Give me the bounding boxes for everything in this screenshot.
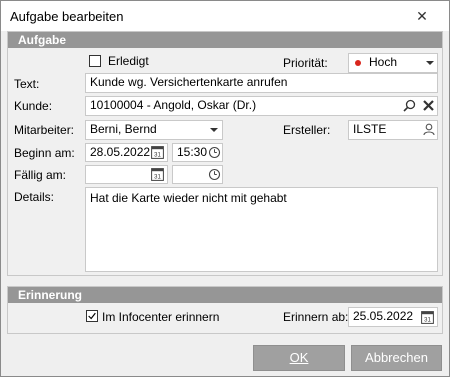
- dialog-title: Aufgabe bearbeiten: [10, 9, 124, 24]
- title-bar: Aufgabe bearbeiten ✕: [1, 1, 449, 31]
- aufgabe-section-header: Aufgabe: [8, 32, 442, 48]
- erledigt-checkbox[interactable]: [89, 55, 101, 67]
- text-input[interactable]: Kunde wg. Versichertenkarte anrufen: [85, 73, 438, 93]
- details-label: Details:: [14, 190, 55, 204]
- faellig-label: Fällig am:: [14, 168, 67, 182]
- kunde-label: Kunde:: [14, 99, 53, 113]
- user-icon[interactable]: [423, 123, 435, 136]
- clear-icon[interactable]: [423, 100, 434, 111]
- aufgabe-section: Aufgabe Erledigt Priorität: Hoch Text: K…: [7, 31, 443, 276]
- calendar-icon-day: 31: [154, 174, 161, 180]
- cancel-button-label: Abbrechen: [365, 350, 428, 365]
- kunde-input[interactable]: 10100004 - Angold, Oskar (Dr.): [85, 96, 438, 116]
- text-label: Text:: [14, 77, 40, 91]
- details-textarea[interactable]: Hat die Karte wieder nicht mit gehabt: [85, 187, 438, 272]
- calendar-icon[interactable]: 31: [151, 145, 164, 159]
- mitarbeiter-dropdown[interactable]: Berni, Bernd: [85, 120, 223, 140]
- prioritaet-value: Hoch: [369, 55, 398, 69]
- mitarbeiter-value: Berni, Bernd: [90, 122, 157, 136]
- ersteller-label: Ersteller:: [283, 123, 331, 137]
- chevron-down-icon[interactable]: [426, 61, 434, 65]
- infocenter-label: Im Infocenter erinnern: [102, 310, 220, 324]
- calendar-icon-day: 31: [154, 152, 161, 158]
- calendar-icon[interactable]: 31: [421, 310, 434, 324]
- infocenter-checkbox[interactable]: [86, 310, 98, 322]
- ok-button[interactable]: OK: [253, 345, 345, 371]
- erinnerung-section-header: Erinnerung: [8, 287, 442, 303]
- clock-icon[interactable]: [208, 146, 221, 159]
- erinnern-ab-label: Erinnern ab:: [283, 310, 349, 324]
- prioritaet-label: Priorität:: [283, 56, 328, 70]
- search-icon[interactable]: [403, 99, 416, 112]
- mitarbeiter-label: Mitarbeiter:: [14, 123, 75, 137]
- chevron-down-icon[interactable]: [210, 128, 218, 132]
- priority-high-icon: [355, 60, 361, 66]
- calendar-icon[interactable]: 31: [151, 167, 164, 181]
- erledigt-label: Erledigt: [108, 54, 149, 68]
- beginn-label: Beginn am:: [14, 146, 75, 160]
- prioritaet-dropdown[interactable]: Hoch: [348, 53, 438, 73]
- dialog-window: Aufgabe bearbeiten ✕ Aufgabe Erledigt Pr…: [0, 0, 450, 377]
- erinnerung-section: Erinnerung Im Infocenter erinnern Erinne…: [7, 286, 443, 334]
- cancel-button[interactable]: Abbrechen: [351, 345, 442, 371]
- ok-button-label: OK: [289, 350, 309, 365]
- clock-icon[interactable]: [208, 168, 221, 181]
- calendar-icon-day: 31: [424, 317, 431, 323]
- close-icon[interactable]: ✕: [405, 3, 439, 29]
